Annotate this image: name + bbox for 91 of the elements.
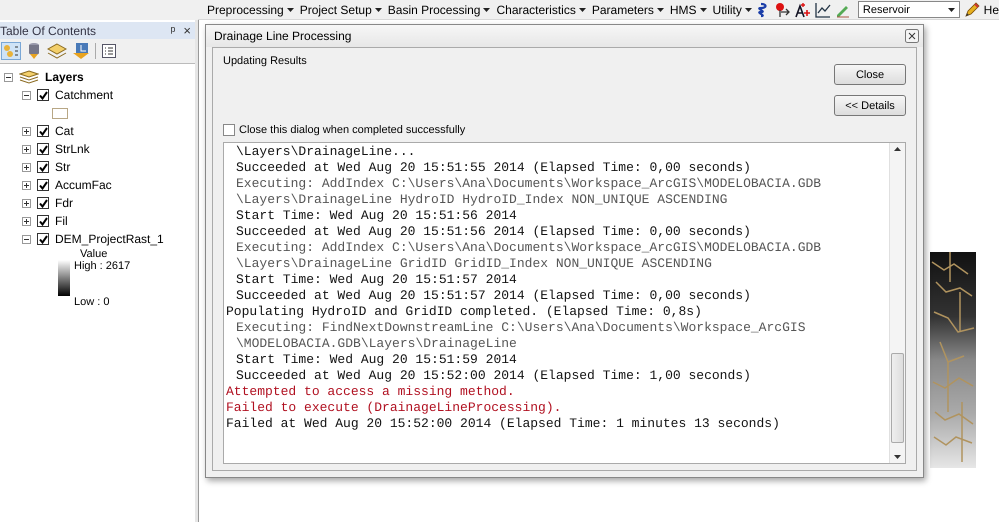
expand-icon[interactable] [22,144,31,154]
list-by-drawing-order-icon[interactable] [1,42,21,60]
panel-title: Table Of Contents [0,24,96,38]
scroll-thumb[interactable] [891,353,904,443]
collapse-icon[interactable] [4,72,13,82]
menu-button[interactable]: Basin Processing [386,2,492,18]
pencil-icon[interactable] [964,2,980,18]
checkbox[interactable] [37,161,49,173]
collapse-icon[interactable] [22,90,31,100]
checkbox[interactable] [223,124,235,136]
checkbox[interactable] [37,215,49,227]
text-add-icon[interactable] [794,2,811,18]
log-line: \MODELOBACIA.GDB\Layers\DrainageLine [235,336,518,352]
checkbox[interactable] [37,89,49,101]
polygon-swatch [52,108,68,118]
tree-item[interactable]: Catchment [55,88,114,102]
log-line: Succeeded at Wed Aug 20 15:52:00 2014 (Elapsed Time: 1,00 seconds) [235,368,752,384]
layers-icon [19,70,39,84]
log-line: \Layers\DrainageLine HydroID HydroID_Index NON_UNIQUE ASCENDING [235,192,728,208]
tree-item[interactable]: StrLnk [55,142,90,156]
database-icon[interactable] [26,42,42,60]
menu-button[interactable]: Preprocessing [206,2,295,18]
log-line: \Layers\DrainageLine... [235,144,416,160]
caret-icon [483,8,490,12]
expand-icon[interactable] [22,216,31,226]
log-line: Start Time: Wed Aug 20 15:51:57 2014 [235,272,518,288]
check-icon [38,90,48,100]
line-chart-icon[interactable] [814,2,831,18]
checkbox[interactable] [37,179,49,191]
window-title: Drainage Line Processing [214,29,352,43]
options-icon[interactable] [101,43,117,59]
color-ramp [58,260,70,296]
tree-item[interactable]: DEM_ProjectRast_1 [55,232,164,246]
close-button[interactable]: × [183,23,191,38]
log-line: Executing: AddIndex C:\Users\Ana\Documents\Workspace_ArcGIS\MODELOBACIA.GDB [235,240,822,256]
close-icon[interactable] [905,29,919,43]
caret-icon [374,8,382,12]
caret-icon [286,8,294,12]
scrollbar[interactable] [889,143,905,463]
tree-item[interactable]: AccumFac [55,178,112,192]
scroll-down-icon[interactable] [894,455,901,459]
log-line: Failed at Wed Aug 20 15:52:00 2014 (Elapsed Time: 1 minutes 13 seconds) [226,416,781,432]
scroll-up-icon[interactable] [894,147,901,151]
layers-icon[interactable] [47,42,67,60]
caret-icon [948,8,955,12]
log-line: Start Time: Wed Aug 20 15:51:56 2014 [235,208,518,224]
caret-icon [578,8,586,12]
tree-item[interactable]: Str [55,160,70,174]
selection-icon[interactable] [72,42,90,60]
expand-icon[interactable] [22,162,31,172]
checkbox[interactable] [37,143,49,155]
caret-icon [700,8,707,12]
checkbox-label[interactable]: Close this dialog when completed successfully [239,124,466,136]
tree-item[interactable]: Layers [45,70,84,84]
log-line: Executing: AddIndex C:\Users\Ana\Documents\Workspace_ArcGIS\MODELOBACIA.GDB [235,176,822,192]
log-line: Succeeded at Wed Aug 20 15:51:56 2014 (Elapsed Time: 0,00 seconds) [235,224,752,240]
legend-label: High : 2617 [74,260,130,272]
log-line: Attempted to access a missing method. [226,384,516,400]
status-text: Updating Results [223,54,307,69]
collapse-icon[interactable] [22,234,31,244]
log-line: Executing: FindNextDownstreamLine C:\Users\Ana\Documents\Workspace_ArcGIS [235,320,806,336]
log-line: Succeeded at Wed Aug 20 15:51:55 2014 (Elapsed Time: 0,00 seconds) [235,160,752,176]
checkbox[interactable] [37,197,49,209]
layer-dropdown[interactable]: Reservoir [858,1,960,18]
log-line: Failed to execute (DrainageLineProcessing). [226,400,562,416]
menu-button[interactable]: Utility [712,2,753,18]
caret-icon [744,8,752,12]
expand-icon[interactable] [22,180,31,190]
dialog-button[interactable]: << Details [834,95,906,116]
log-line: Populating HydroID and GridID completed. (Elapsed Time: 0,8s) [226,304,703,320]
menu-button[interactable]: Characteristics [495,2,587,18]
expand-icon[interactable] [22,198,31,208]
pin-button[interactable]: ᵖ [170,23,176,38]
checkbox[interactable] [37,233,49,245]
legend-title: Value [79,248,108,260]
log-line: \Layers\DrainageLine GridID GridID_Index NON_UNIQUE ASCENDING [235,256,713,272]
dialog-button[interactable]: Close [834,64,906,85]
legend-label: Low : 0 [74,296,110,308]
tree-item[interactable]: Fdr [55,196,73,210]
menu-button[interactable]: Parameters [590,2,665,18]
expand-icon[interactable] [22,126,31,136]
point-icon[interactable] [774,2,791,18]
menu-button[interactable]: HMS [668,2,708,18]
log-line: Succeeded at Wed Aug 20 15:51:57 2014 (Elapsed Time: 0,00 seconds) [235,288,752,304]
checkbox[interactable] [37,125,49,137]
menu-label-cut[interactable]: He [984,2,999,16]
caret-icon [656,8,664,12]
log-line: Start Time: Wed Aug 20 15:51:59 2014 [235,352,518,368]
menu-button[interactable]: Project Setup [298,2,383,18]
tree-item[interactable]: Cat [55,124,74,138]
tree-item[interactable]: Fil [55,214,68,228]
